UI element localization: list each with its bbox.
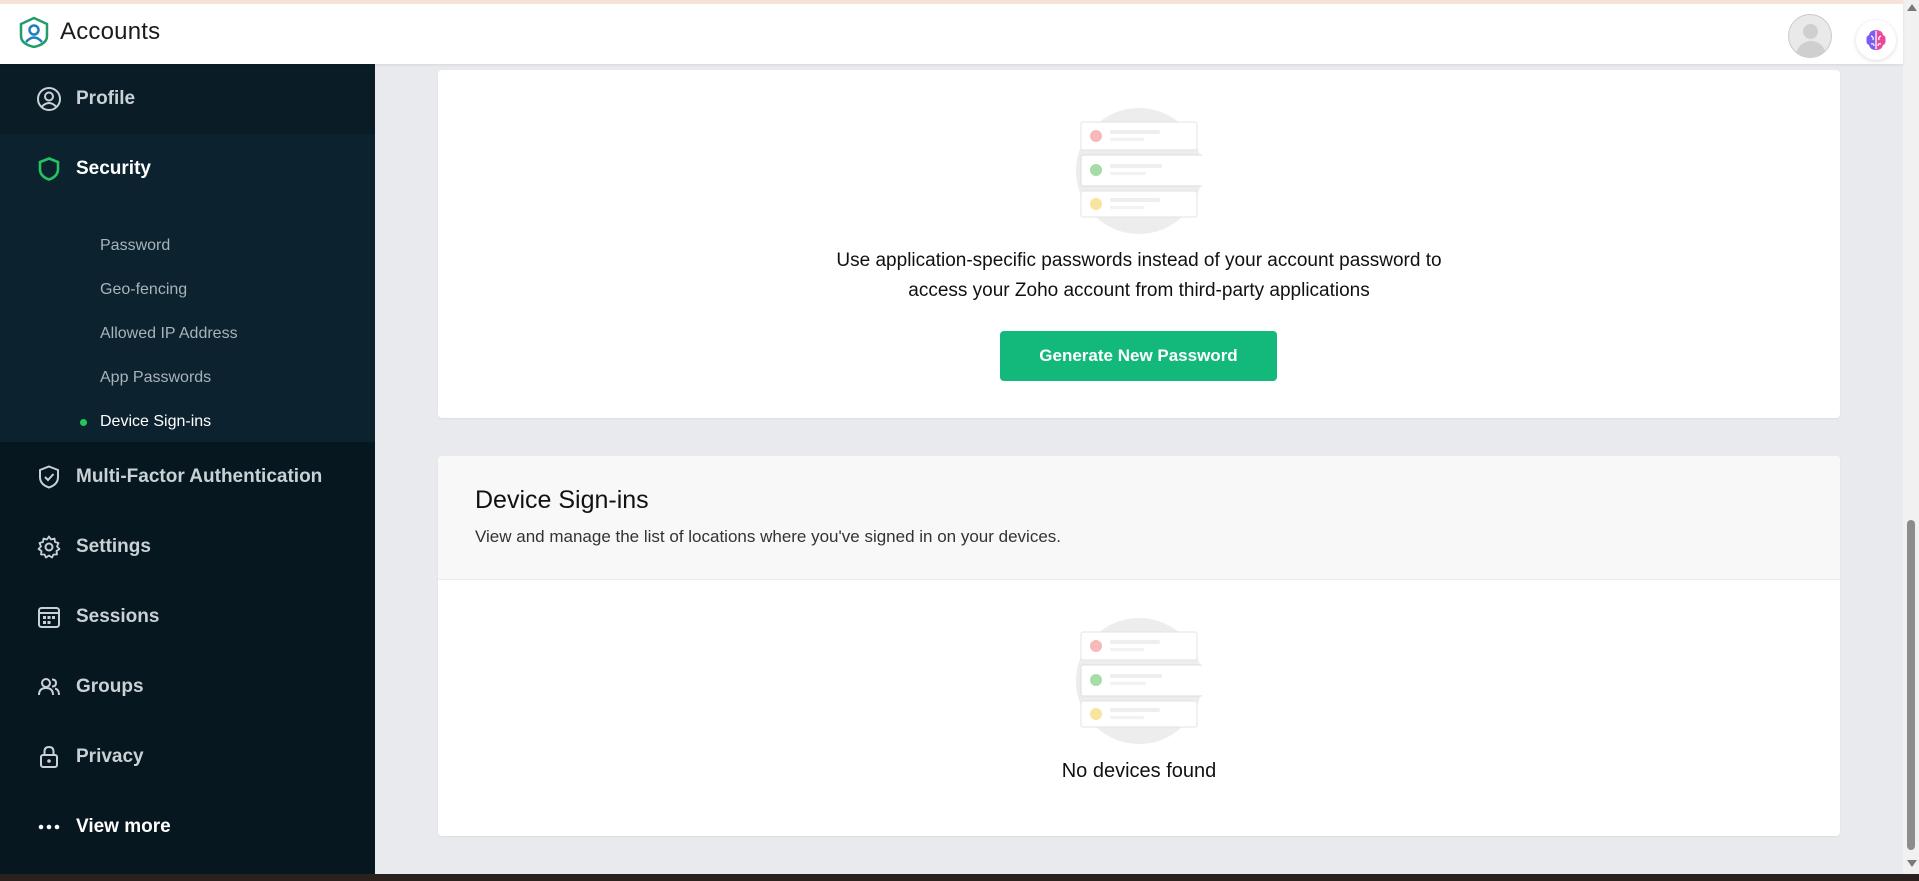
user-avatar[interactable] <box>1788 14 1832 58</box>
more-dots-icon <box>38 824 60 830</box>
empty-state-message: No devices found <box>1061 760 1217 782</box>
app-passwords-card: Use application-specific passwords inste… <box>438 70 1840 418</box>
section-title: Device Sign-ins <box>475 486 649 514</box>
subnav-device-sign-ins[interactable]: Device Sign-ins <box>0 402 375 442</box>
assistant-button[interactable] <box>1856 20 1896 60</box>
sidebar-item-label: Security <box>76 158 151 179</box>
sidebar: Profile Security Password Geo-fencing Al… <box>0 64 375 874</box>
scroll-down-arrow-icon[interactable] <box>1907 860 1917 867</box>
active-indicator-dot <box>80 419 87 426</box>
sidebar-item-label: Settings <box>76 536 151 557</box>
sidebar-item-profile[interactable]: Profile <box>0 64 375 134</box>
subnav-label: Allowed IP Address <box>100 325 238 342</box>
shield-icon <box>38 157 60 181</box>
empty-list-illustration-icon <box>1076 108 1202 234</box>
avatar-head <box>1803 24 1818 39</box>
sidebar-item-settings[interactable]: Settings <box>0 512 375 582</box>
scrollbar-thumb[interactable] <box>1907 520 1915 850</box>
calendar-icon <box>38 607 60 628</box>
sidebar-item-label: Sessions <box>76 606 160 627</box>
empty-list-illustration-icon <box>1076 618 1202 744</box>
device-signins-card: Device Sign-ins View and manage the list… <box>438 456 1840 836</box>
subnav-label: Device Sign-ins <box>100 413 212 430</box>
app-name: Accounts <box>60 18 161 45</box>
brand[interactable]: Accounts <box>18 16 160 48</box>
sidebar-item-privacy[interactable]: Privacy <box>0 722 375 792</box>
profile-icon <box>37 87 61 111</box>
sidebar-item-label: Profile <box>76 88 136 109</box>
subnav-allowed-ip-address[interactable]: Allowed IP Address <box>0 314 375 354</box>
sidebar-item-sessions[interactable]: Sessions <box>0 582 375 652</box>
subnav-geo-fencing[interactable]: Geo-fencing <box>0 270 375 310</box>
scroll-up-arrow-icon[interactable] <box>1907 4 1917 11</box>
sidebar-item-groups[interactable]: Groups <box>0 652 375 722</box>
sidebar-item-label: Multi-Factor Authentication <box>76 466 323 487</box>
sidebar-item-view-more[interactable]: View more <box>0 792 375 862</box>
subnav-label: App Passwords <box>100 369 212 386</box>
description-line-2: access your Zoho account from third-part… <box>908 280 1370 301</box>
sidebar-item-label: View more <box>76 816 171 837</box>
page-scrollbar[interactable] <box>1903 0 1919 874</box>
subnav-label: Password <box>100 237 171 254</box>
top-bar: Accounts <box>0 0 1903 64</box>
lock-icon <box>40 745 58 768</box>
brain-icon <box>1866 30 1886 50</box>
users-icon <box>38 678 60 696</box>
app-passwords-description: Use application-specific passwords inste… <box>438 246 1840 306</box>
sidebar-item-label: Groups <box>76 676 144 697</box>
avatar-body <box>1796 41 1826 57</box>
sidebar-item-label: Privacy <box>76 746 144 767</box>
sidebar-item-multi-factor-authentication[interactable]: Multi-Factor Authentication <box>0 442 375 512</box>
subnav-password[interactable]: Password <box>0 226 375 266</box>
subnav-app-passwords[interactable]: App Passwords <box>0 358 375 398</box>
section-description: View and manage the list of locations wh… <box>475 527 1062 546</box>
shield-check-icon <box>39 465 59 489</box>
sidebar-item-security[interactable]: Security <box>0 134 375 204</box>
taskbar-edge <box>0 874 1919 881</box>
generate-new-password-button[interactable]: Generate New Password <box>1000 331 1277 381</box>
subnav-label: Geo-fencing <box>100 281 188 298</box>
device-signins-header: Device Sign-ins View and manage the list… <box>438 456 1840 580</box>
accounts-logo-icon <box>19 16 49 48</box>
security-group: Security Password Geo-fencing Allowed IP… <box>0 134 375 442</box>
description-line-1: Use application-specific passwords inste… <box>836 250 1442 271</box>
gear-icon <box>37 535 61 559</box>
